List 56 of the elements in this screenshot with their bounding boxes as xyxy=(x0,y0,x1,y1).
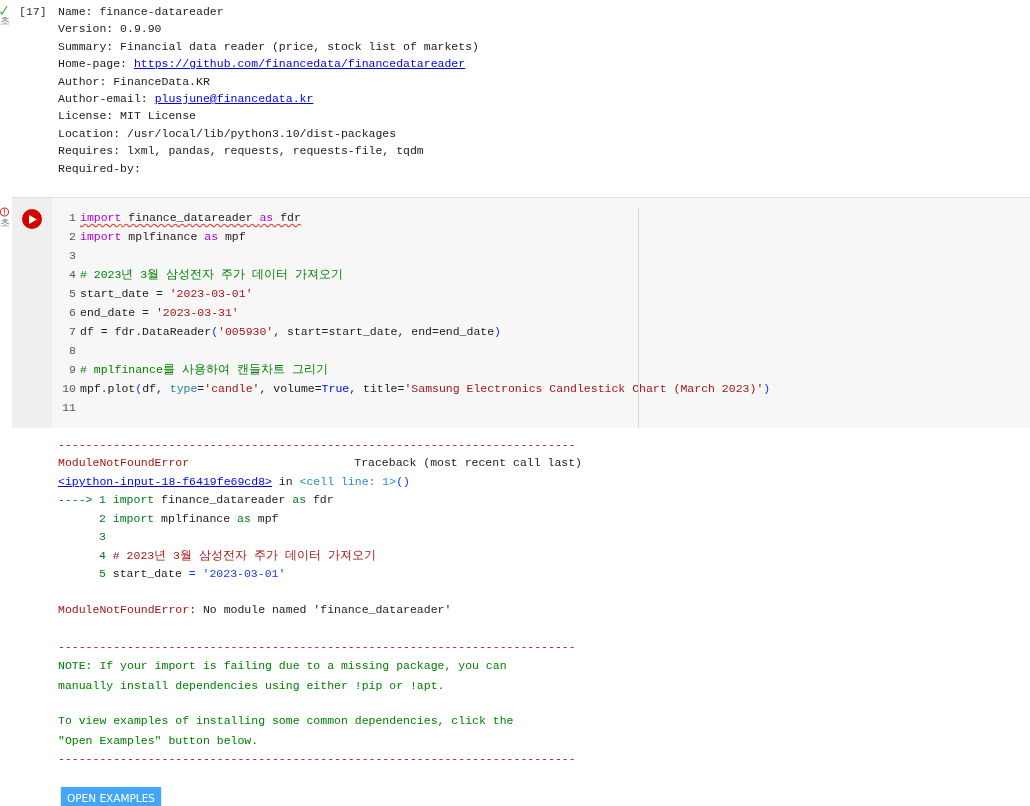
error-icon xyxy=(0,207,9,218)
output-line: Version: 0.9.90 xyxy=(58,21,163,38)
link[interactable]: https://github.com/financedata/financedatareader xyxy=(133,57,466,71)
code-line: import finance_datareader as fdr xyxy=(80,210,301,227)
code-editor[interactable] xyxy=(52,198,1030,429)
code-line: # mplfinance를 사용하여 캔들차트 그리기 xyxy=(80,362,328,379)
dashed-rule: --------------------------------------------------------------------------- xyxy=(58,751,577,768)
line-number: 7 xyxy=(68,324,77,341)
dashed-rule: --------------------------------------------------------------------------- xyxy=(58,437,577,454)
traceback-line: ----> 1 import finance_datareader as fdr xyxy=(58,492,335,509)
traceback-line: 2 import mplfinance as mpf xyxy=(98,510,280,527)
output-line: Location: /usr/local/lib/python3.10/dist-packages xyxy=(58,125,398,142)
link[interactable]: plusjune@financedata.kr xyxy=(154,92,314,106)
link[interactable]: <ipython-input-18-f6419fe69cd8> xyxy=(58,474,272,488)
execution-count: [17] xyxy=(18,4,48,20)
code-line: df = fdr.DataReader('005930', start=start_date, end=end_date) xyxy=(80,324,501,341)
traceback-text: <cell line: 1> xyxy=(299,474,397,488)
run-button[interactable] xyxy=(22,209,42,230)
output-line: Summary: Financial data reader (price, stock list of markets) xyxy=(58,38,479,55)
traceback-text: in xyxy=(277,474,294,488)
line-number: 6 xyxy=(68,305,77,322)
code-line: # 2023년 3월 삼성전자 주가 데이터 가져오기 xyxy=(80,267,343,284)
note-paragraph: NOTE: If your import is failing due to a missing package, you can manually install dependencies using either !pip or !apt. xyxy=(58,658,508,694)
line-number: 1 xyxy=(68,210,77,227)
output-line: Requires: lxml, pandas, requests, requests-file, tqdm xyxy=(58,143,425,160)
line-number: 4 xyxy=(68,267,77,284)
line-number: 5 xyxy=(68,286,77,303)
traceback-label: Traceback (most recent call last) xyxy=(354,455,582,472)
play-icon xyxy=(29,214,37,224)
note-paragraph: To view examples of installing some common dependencies, click the "Open Examples" button below. xyxy=(58,713,515,749)
output-line: Name: finance-datareader xyxy=(58,4,225,20)
check-icon xyxy=(0,5,8,15)
line-number: 9 xyxy=(68,362,77,379)
traceback-text: () xyxy=(396,474,410,488)
code-line: end_date = '2023-03-31' xyxy=(80,305,239,322)
code-line: import mplfinance as mpf xyxy=(80,229,246,246)
traceback-line: 4 # 2023년 3월 삼성전자 주가 데이터 가져오기 xyxy=(98,547,377,564)
output-line: Required-by: xyxy=(58,160,142,177)
output-text: Home-page: xyxy=(58,57,128,71)
traceback-line: 3 xyxy=(98,529,107,546)
error-message: ModuleNotFoundError: No module named 'finance_datareader' xyxy=(58,602,453,619)
error-name: ModuleNotFoundError xyxy=(58,455,190,472)
line-number: 8 xyxy=(68,343,77,360)
line-number: 10 xyxy=(61,381,77,398)
output-line: Author: FinanceData.KR xyxy=(58,73,211,90)
dashed-rule: --------------------------------------------------------------------------- xyxy=(58,638,577,655)
output-text: Author-email: xyxy=(58,92,149,106)
line-number: 3 xyxy=(68,248,77,265)
line-number: 2 xyxy=(68,229,77,246)
code-line: start_date = '2023-03-01' xyxy=(80,286,253,303)
elapsed-time: 초 xyxy=(0,217,10,230)
traceback-line: 5 start_date = '2023-03-01' xyxy=(98,565,287,582)
line-number: 11 xyxy=(61,400,77,417)
elapsed-time: 초 xyxy=(0,15,10,27)
output-line: License: MIT License xyxy=(58,108,198,125)
code-line: mpf.plot(df, type='candle', volume=True, title='Samsung Electronics Candlestick Chart (March 2023)') xyxy=(80,381,771,398)
